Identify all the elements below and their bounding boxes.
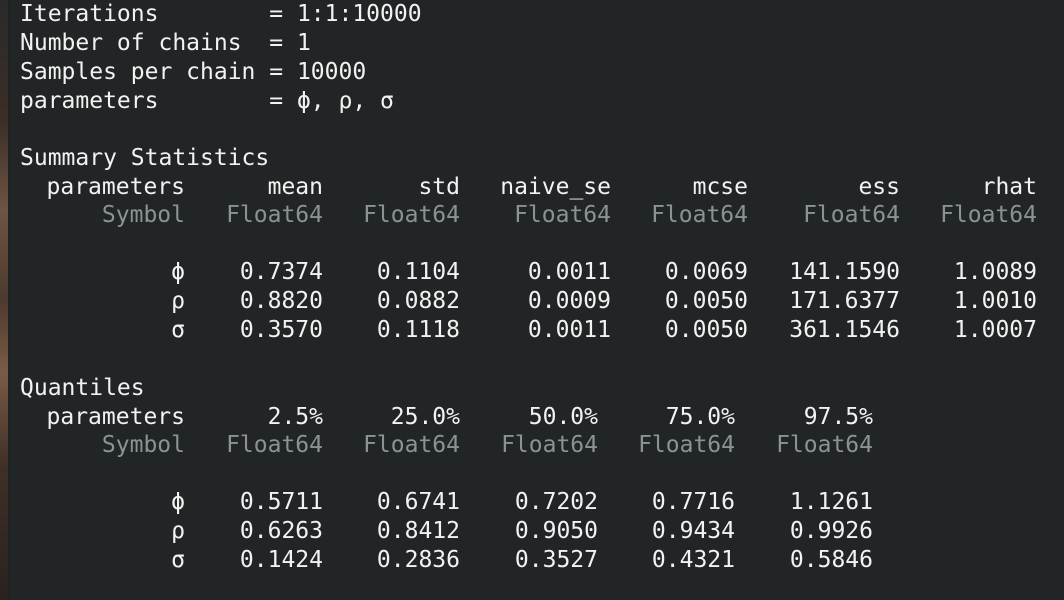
- quantiles-row2-q3: 0.3527: [514, 547, 598, 573]
- summary-title: Summary Statistics: [20, 145, 270, 171]
- summary-row2-mean: 0.3570: [239, 317, 323, 343]
- quantiles-row1-q2: 0.8412: [376, 518, 460, 544]
- summary-row0-param: ϕ: [171, 259, 185, 285]
- summary-row0-naive-se: 0.0011: [527, 259, 611, 285]
- quantiles-row2-q2: 0.2836: [376, 547, 460, 573]
- quantiles-row2-q5: 0.5846: [789, 547, 873, 573]
- summary-row2-mcse: 0.0050: [664, 317, 748, 343]
- table-row: σ 0.3570 0.1118 0.0011 0.0050 361.1546 1…: [9, 316, 1064, 345]
- summary-type-6: Float64: [940, 202, 1037, 228]
- summary-row0-std: 0.1104: [376, 259, 460, 285]
- quantiles-row2-q1: 0.1424: [239, 547, 323, 573]
- summary-col-parameters: parameters: [46, 174, 185, 200]
- quantiles-col-2-5: 2.5%: [267, 404, 323, 430]
- summary-row2-std: 0.1118: [376, 317, 460, 343]
- summary-row2-param: σ: [171, 317, 185, 343]
- parameters-line: parameters = ϕ, ρ, σ: [20, 88, 394, 114]
- summary-row1-mean: 0.8820: [239, 288, 323, 314]
- quantiles-row1-param: ρ: [171, 518, 185, 544]
- summary-row0-rhat: 1.0089: [953, 259, 1037, 285]
- quantiles-row0-q2: 0.6741: [376, 489, 460, 515]
- quantiles-col-parameters: parameters: [46, 404, 185, 430]
- summary-row1-naive-se: 0.0009: [527, 288, 611, 314]
- summary-row2-rhat: 1.0007: [953, 317, 1037, 343]
- table-row: σ 0.1424 0.2836 0.3527 0.4321 0.5846: [9, 546, 1064, 575]
- quantiles-col-25: 25.0%: [390, 404, 460, 430]
- terminal-window[interactable]: Iterations = 1:1:10000 Number of chains …: [9, 0, 1064, 600]
- summary-row1-mcse: 0.0050: [664, 288, 748, 314]
- background-window-strip: [0, 0, 8, 600]
- quantiles-title: Quantiles: [20, 375, 145, 401]
- quantiles-row0-param: ϕ: [171, 489, 185, 515]
- summary-col-mean: mean: [267, 174, 323, 200]
- chains-line: Number of chains = 1: [20, 30, 311, 56]
- quantiles-type-0: Symbol: [101, 432, 185, 458]
- summary-row0-ess: 141.1590: [789, 259, 900, 285]
- quantiles-type-4: Float64: [638, 432, 735, 458]
- summary-type-5: Float64: [803, 202, 900, 228]
- quantiles-type-1: Float64: [226, 432, 323, 458]
- quantiles-row0-q3: 0.7202: [514, 489, 598, 515]
- summary-row1-rhat: 1.0010: [953, 288, 1037, 314]
- table-row: ρ 0.8820 0.0882 0.0009 0.0050 171.6377 1…: [9, 287, 1064, 316]
- quantiles-types-row: Symbol Float64 Float64 Float64 Float64 F…: [9, 431, 1064, 460]
- quantiles-row1-q5: 0.9926: [789, 518, 873, 544]
- quantiles-row2-q4: 0.4321: [651, 547, 735, 573]
- quantiles-col-97-5: 97.5%: [803, 404, 873, 430]
- summary-types-row: Symbol Float64 Float64 Float64 Float64 F…: [9, 201, 1064, 230]
- quantiles-row1-q3: 0.9050: [514, 518, 598, 544]
- summary-col-naive-se: naive_se: [500, 174, 611, 200]
- quantiles-row0-q5: 1.1261: [789, 489, 873, 515]
- summary-header-row: parameters mean std naive_se mcse ess rh…: [9, 173, 1064, 202]
- summary-type-1: Float64: [226, 202, 323, 228]
- quantiles-row0-q1: 0.5711: [239, 489, 323, 515]
- summary-col-std: std: [418, 174, 460, 200]
- table-row: ϕ 0.7374 0.1104 0.0011 0.0069 141.1590 1…: [9, 258, 1064, 287]
- quantiles-type-2: Float64: [363, 432, 460, 458]
- quantiles-col-50: 50.0%: [528, 404, 598, 430]
- quantiles-header-row: parameters 2.5% 25.0% 50.0% 75.0% 97.5%: [9, 403, 1064, 432]
- quantiles-row2-param: σ: [171, 547, 185, 573]
- summary-row1-ess: 171.6377: [789, 288, 900, 314]
- table-row: ϕ 0.5711 0.6741 0.7202 0.7716 1.1261: [9, 488, 1064, 517]
- summary-row1-std: 0.0882: [376, 288, 460, 314]
- summary-type-0: Symbol: [101, 202, 185, 228]
- summary-row1-param: ρ: [171, 288, 185, 314]
- summary-col-ess: ess: [858, 174, 900, 200]
- table-row: ρ 0.6263 0.8412 0.9050 0.9434 0.9926: [9, 517, 1064, 546]
- summary-row0-mean: 0.7374: [239, 259, 323, 285]
- quantiles-row1-q1: 0.6263: [239, 518, 323, 544]
- summary-row0-mcse: 0.0069: [664, 259, 748, 285]
- summary-row2-naive-se: 0.0011: [527, 317, 611, 343]
- samples-line: Samples per chain = 10000: [20, 59, 367, 85]
- summary-type-2: Float64: [363, 202, 460, 228]
- quantiles-col-75: 75.0%: [665, 404, 735, 430]
- summary-type-3: Float64: [514, 202, 611, 228]
- summary-type-4: Float64: [651, 202, 748, 228]
- quantiles-type-3: Float64: [501, 432, 598, 458]
- summary-col-rhat: rhat: [981, 174, 1037, 200]
- quantiles-row0-q4: 0.7716: [651, 489, 735, 515]
- summary-row2-ess: 361.1546: [789, 317, 900, 343]
- iterations-line: Iterations = 1:1:10000: [20, 1, 422, 27]
- quantiles-row1-q4: 0.9434: [651, 518, 735, 544]
- summary-col-mcse: mcse: [692, 174, 748, 200]
- quantiles-type-5: Float64: [776, 432, 873, 458]
